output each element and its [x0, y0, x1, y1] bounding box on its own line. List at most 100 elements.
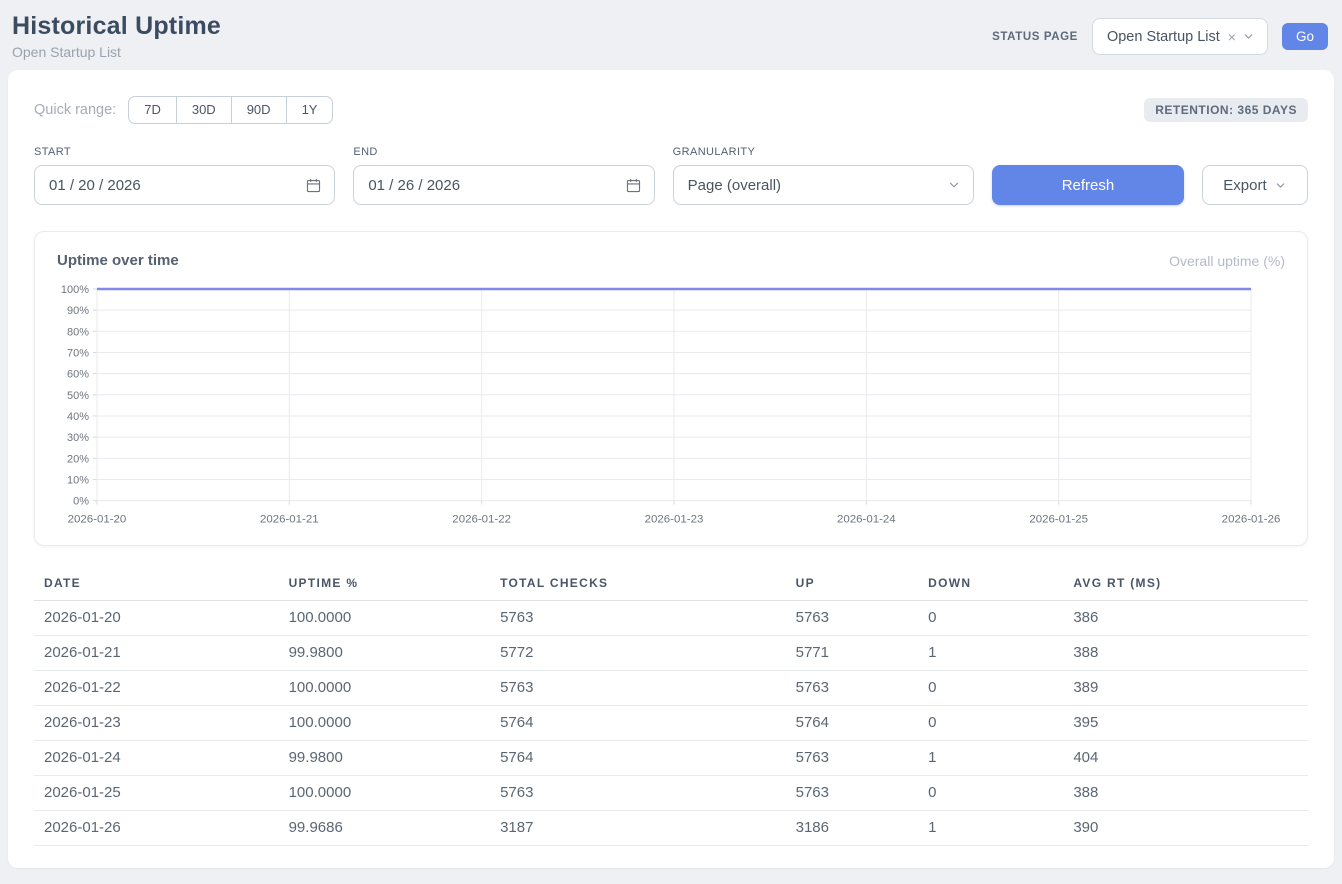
table-cell: 2026-01-25	[34, 775, 279, 810]
status-page-select[interactable]: Open Startup List ×	[1092, 18, 1268, 55]
quick-range-90d[interactable]: 90D	[232, 96, 287, 124]
clear-selection-icon[interactable]: ×	[1228, 29, 1236, 45]
start-date-input[interactable]: 01 / 20 / 2026	[34, 165, 335, 205]
granularity-field: GRANULARITY Page (overall)	[673, 146, 974, 205]
table-cell: 99.9800	[279, 740, 490, 775]
svg-text:20%: 20%	[67, 453, 89, 465]
chevron-down-icon	[1274, 179, 1287, 192]
table-cell: 5764	[786, 705, 918, 740]
svg-text:2026-01-25: 2026-01-25	[1029, 514, 1088, 526]
end-date-label: END	[353, 146, 654, 158]
end-date-field: END 01 / 26 / 2026	[353, 146, 654, 205]
table-cell: 5763	[786, 670, 918, 705]
retention-badge: RETENTION: 365 DAYS	[1144, 98, 1308, 122]
page-subtitle: Open Startup List	[12, 44, 221, 60]
table-cell: 388	[1063, 635, 1308, 670]
svg-text:2026-01-21: 2026-01-21	[260, 514, 319, 526]
table-cell: 5771	[786, 635, 918, 670]
chart-header: Uptime over time Overall uptime (%)	[57, 252, 1285, 269]
svg-text:80%: 80%	[67, 326, 89, 338]
table-cell: 99.9800	[279, 635, 490, 670]
svg-text:30%: 30%	[67, 432, 89, 444]
table-cell: 5764	[490, 740, 786, 775]
refresh-button[interactable]: Refresh	[992, 165, 1184, 205]
table-cell: 395	[1063, 705, 1308, 740]
table-cell: 390	[1063, 810, 1308, 845]
table-cell: 100.0000	[279, 705, 490, 740]
granularity-selected-value: Page (overall)	[688, 177, 781, 194]
calendar-icon[interactable]	[625, 177, 642, 194]
quick-range-label: Quick range:	[34, 102, 116, 118]
table-cell: 2026-01-23	[34, 705, 279, 740]
table-cell: 2026-01-24	[34, 740, 279, 775]
table-cell: 2026-01-21	[34, 635, 279, 670]
svg-text:90%: 90%	[67, 305, 89, 317]
column-header: DATE	[34, 570, 279, 601]
quick-range-30d[interactable]: 30D	[177, 96, 232, 124]
status-page-controls: STATUS PAGE Open Startup List × Go	[992, 18, 1328, 55]
start-date-field: START 01 / 20 / 2026	[34, 146, 335, 205]
export-button-label: Export	[1223, 177, 1266, 194]
table-cell: 2026-01-26	[34, 810, 279, 845]
svg-text:100%: 100%	[61, 284, 89, 296]
calendar-icon[interactable]	[305, 177, 322, 194]
table-row: 2026-01-23100.0000576457640395	[34, 705, 1308, 740]
uptime-chart-card: Uptime over time Overall uptime (%) 0%10…	[34, 231, 1308, 546]
chart-svg: 0%10%20%30%40%50%60%70%80%90%100%2026-01…	[57, 279, 1285, 531]
table-cell: 2026-01-22	[34, 670, 279, 705]
go-button[interactable]: Go	[1282, 23, 1328, 50]
table-cell: 5763	[490, 775, 786, 810]
table-cell: 5764	[490, 705, 786, 740]
chart-title: Uptime over time	[57, 252, 179, 269]
column-header: UP	[786, 570, 918, 601]
table-cell: 0	[918, 670, 1063, 705]
start-date-label: START	[34, 146, 335, 158]
table-header-row: DATEUPTIME %TOTAL CHECKSUPDOWNAVG RT (MS…	[34, 570, 1308, 601]
table-row: 2026-01-2699.9686318731861390	[34, 810, 1308, 845]
quick-range-1y[interactable]: 1Y	[287, 96, 334, 124]
svg-text:2026-01-24: 2026-01-24	[837, 514, 896, 526]
svg-text:2026-01-22: 2026-01-22	[452, 514, 511, 526]
quick-range-7d[interactable]: 7D	[128, 96, 177, 124]
svg-text:2026-01-20: 2026-01-20	[68, 514, 127, 526]
table-row: 2026-01-2199.9800577257711388	[34, 635, 1308, 670]
quick-range-row: Quick range: 7D30D90D1Y RETENTION: 365 D…	[34, 96, 1308, 124]
end-date-value: 01 / 26 / 2026	[368, 177, 460, 194]
table-cell: 5763	[490, 670, 786, 705]
svg-text:70%: 70%	[67, 347, 89, 359]
page-header: Historical Uptime Open Startup List STAT…	[0, 0, 1342, 70]
table-cell: 1	[918, 635, 1063, 670]
table-cell: 1	[918, 740, 1063, 775]
export-button[interactable]: Export	[1202, 165, 1308, 205]
main-card: Quick range: 7D30D90D1Y RETENTION: 365 D…	[8, 70, 1334, 868]
table-cell: 386	[1063, 600, 1308, 635]
table-cell: 388	[1063, 775, 1308, 810]
table-cell: 5763	[490, 600, 786, 635]
table-row: 2026-01-20100.0000576357630386	[34, 600, 1308, 635]
table-cell: 5772	[490, 635, 786, 670]
table-cell: 389	[1063, 670, 1308, 705]
status-page-label: STATUS PAGE	[992, 31, 1078, 43]
start-date-value: 01 / 20 / 2026	[49, 177, 141, 194]
column-header: UPTIME %	[279, 570, 490, 601]
table-cell: 5763	[786, 775, 918, 810]
svg-text:10%: 10%	[67, 474, 89, 486]
end-date-input[interactable]: 01 / 26 / 2026	[353, 165, 654, 205]
table-cell: 0	[918, 775, 1063, 810]
table-row: 2026-01-25100.0000576357630388	[34, 775, 1308, 810]
granularity-label: GRANULARITY	[673, 146, 974, 158]
table-cell: 5763	[786, 600, 918, 635]
chart-legend: Overall uptime (%)	[1169, 253, 1285, 269]
granularity-select[interactable]: Page (overall)	[673, 165, 974, 205]
column-header: TOTAL CHECKS	[490, 570, 786, 601]
uptime-table: DATEUPTIME %TOTAL CHECKSUPDOWNAVG RT (MS…	[34, 570, 1308, 846]
table-cell: 404	[1063, 740, 1308, 775]
title-block: Historical Uptime Open Startup List	[12, 12, 221, 60]
svg-text:60%: 60%	[67, 369, 89, 381]
quick-range-group: 7D30D90D1Y	[128, 96, 333, 124]
column-header: DOWN	[918, 570, 1063, 601]
table-cell: 3186	[786, 810, 918, 845]
table-cell: 0	[918, 705, 1063, 740]
uptime-line-chart: 0%10%20%30%40%50%60%70%80%90%100%2026-01…	[57, 279, 1285, 531]
chevron-down-icon	[947, 178, 961, 192]
